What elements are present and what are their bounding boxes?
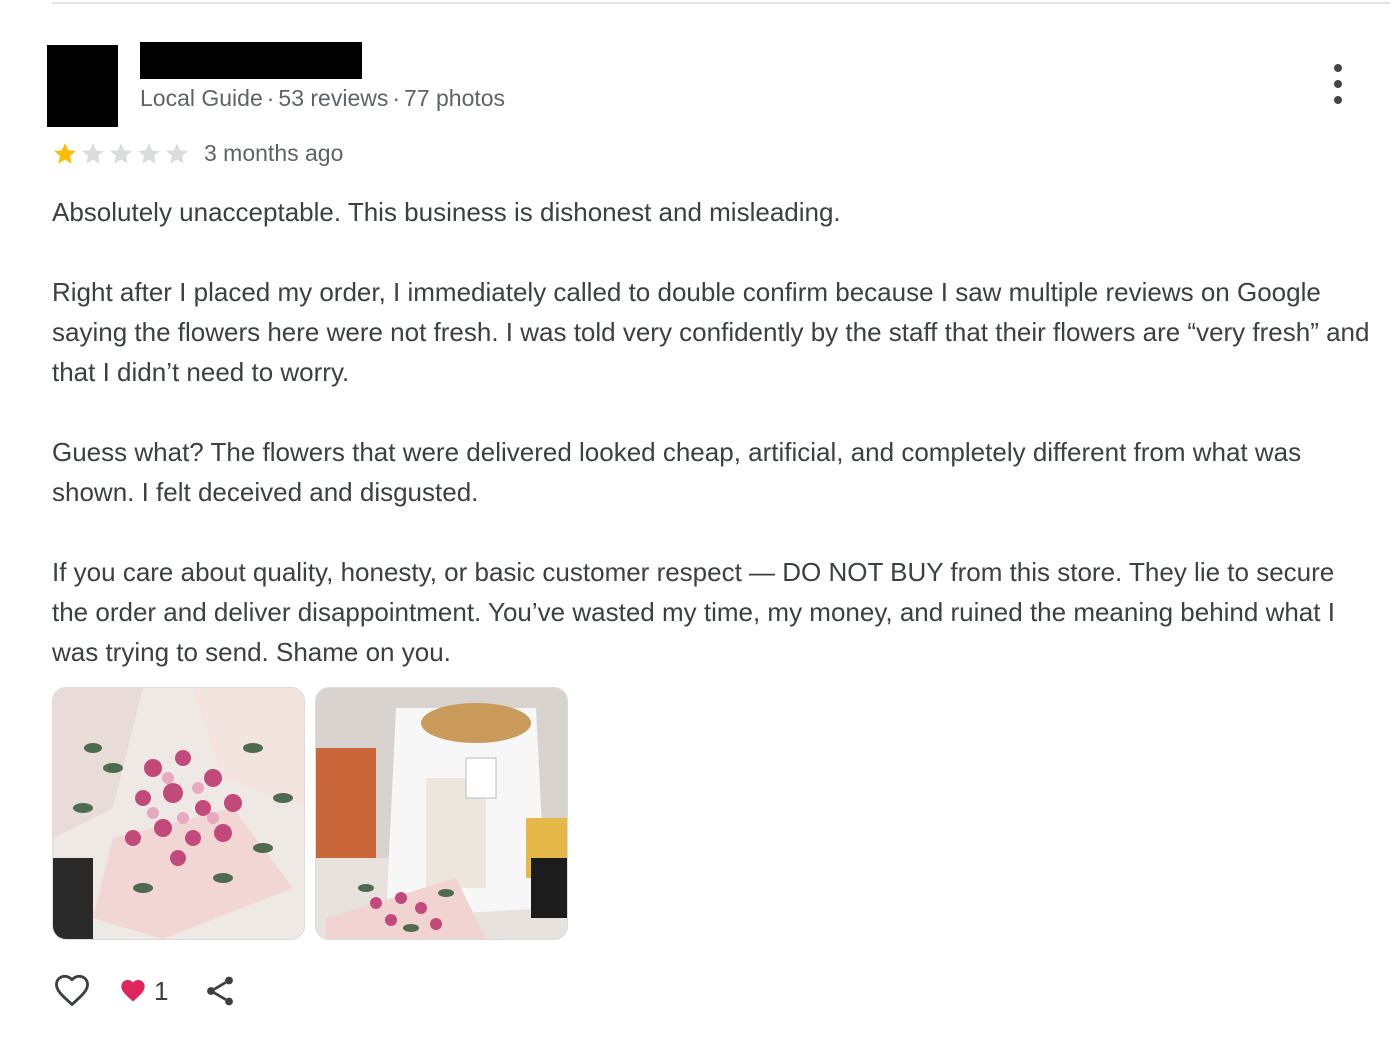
reviewer-review-count: 53 reviews [278,85,389,111]
review-time: 3 months ago [204,140,344,166]
star-empty-icon [82,142,104,164]
star-empty-icon [138,142,160,164]
like-count: 1 [118,976,168,1007]
review-photos [52,687,568,940]
star-empty-icon [166,142,188,164]
star-filled-icon [54,142,76,164]
like-button[interactable] [52,972,92,1010]
like-count-number: 1 [154,975,169,1006]
review-text: Absolutely unacceptable. This business i… [52,192,1372,712]
review-photo-gift-bag[interactable] [315,687,568,940]
more-vert-icon [1334,96,1342,104]
reviewer-meta: Local Guide · 53 reviews · 77 photos [140,85,505,112]
meta-separator: · [392,85,401,111]
heart-filled-icon [121,980,145,1002]
meta-separator: · [266,85,275,111]
review-actions: 1 [52,972,238,1010]
more-vert-icon [1334,80,1342,88]
share-button[interactable] [202,972,238,1010]
review-photo-bouquet[interactable] [52,687,305,940]
reviewer-name-redacted[interactable] [140,42,362,79]
review-paragraph: Absolutely unacceptable. This business i… [52,197,841,227]
star-empty-icon [110,142,132,164]
star-rating [52,141,190,167]
reviewer-photo-count: 77 photos [404,85,506,111]
top-divider [52,2,1390,4]
more-options-button[interactable] [1322,64,1354,104]
review-paragraph: Guess what? The flowers that were delive… [52,437,1302,507]
heart-outline-icon [55,974,89,1007]
more-vert-icon [1334,64,1342,72]
reviewer-badge: Local Guide [140,85,263,111]
review-paragraph: Right after I placed my order, I immedia… [52,277,1370,387]
avatar[interactable] [47,45,118,127]
review-paragraph: If you care about quality, honesty, or b… [52,557,1335,667]
rating-row: 3 months ago [52,140,343,167]
share-icon [207,976,234,1006]
